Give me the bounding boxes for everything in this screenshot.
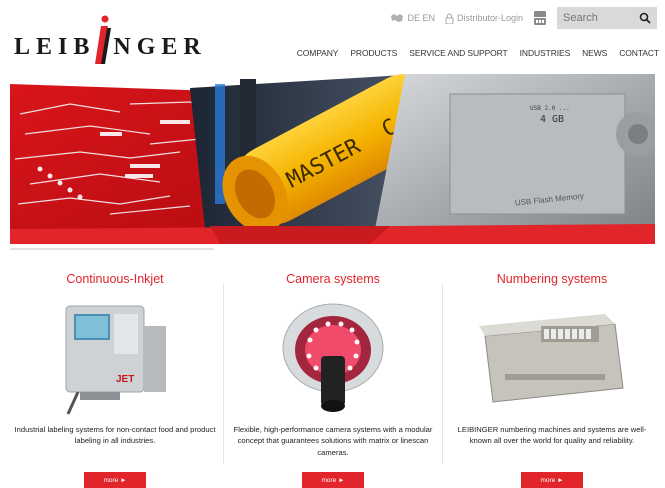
product-description: Flexible, high-performance camera system… (233, 425, 433, 457)
product-description: LEIBINGER numbering machines and systems… (457, 425, 647, 446)
more-button[interactable]: more ► (521, 472, 583, 488)
nav-item-news[interactable]: NEWS (582, 48, 607, 58)
more-button[interactable]: more ► (302, 472, 364, 488)
search-icon[interactable] (639, 12, 651, 24)
nav-item-service-and-support[interactable]: SERVICE AND SUPPORT (409, 48, 508, 58)
search-input[interactable] (563, 12, 633, 24)
main-navigation: COMPANY PRODUCTS SERVICE AND SUPPORT IND… (297, 48, 659, 58)
lock-icon (445, 13, 454, 24)
usb-capacity-text: 4 GB (540, 114, 564, 125)
nav-item-contact[interactable]: CONTACT (619, 48, 659, 58)
nav-item-company[interactable]: COMPANY (297, 48, 339, 58)
product-card-numbering-systems: Numbering systems LEIBINGER numbering ma… (445, 262, 659, 488)
product-title[interactable]: Numbering systems (445, 272, 659, 286)
hero-collage-image: MASTER C USB 2.0 ... 4 GB USB Flash Memo… (10, 74, 655, 244)
hero-banner[interactable]: MASTER C USB 2.0 ... 4 GB USB Flash Memo… (10, 74, 655, 244)
logo-wordmark-left: LEIB (14, 34, 96, 60)
product-description: Industrial labeling systems for non-cont… (14, 425, 216, 446)
site-header: LEIB NGER DE EN Distributor-Login Search… (0, 0, 665, 78)
search-box (557, 7, 657, 29)
logo-mark-icon (95, 15, 111, 64)
more-button[interactable]: more ► (84, 472, 146, 488)
nav-item-industries[interactable]: INDUSTRIES (520, 48, 571, 58)
camera-system-image[interactable] (226, 296, 440, 416)
youtube-icon[interactable] (533, 10, 547, 26)
distributor-login-link[interactable]: Distributor-Login (445, 13, 523, 24)
product-card-continuous-inkjet: Continuous-Inkjet JET Industrial labelin… (8, 262, 222, 488)
globe-map-icon (391, 14, 404, 22)
language-switcher[interactable]: DE EN (390, 13, 435, 23)
distributor-login-label: Distributor-Login (456, 13, 523, 23)
inkjet-printer-image[interactable]: JET (8, 296, 222, 416)
product-card-camera-systems: Camera systems Flexible, high-performanc… (226, 262, 440, 488)
usb-small-text: USB 2.0 ... (530, 105, 570, 112)
numbering-machine-image[interactable] (445, 296, 659, 416)
hero-divider (10, 248, 214, 250)
leibinger-logo[interactable]: LEIB NGER (14, 14, 214, 64)
top-utility-bar: DE EN Distributor-Login (390, 6, 657, 30)
nav-item-products[interactable]: PRODUCTS (350, 48, 397, 58)
logo-wordmark-right: NGER (113, 34, 207, 60)
language-links[interactable]: DE EN (407, 13, 435, 23)
product-title[interactable]: Camera systems (226, 272, 440, 286)
product-title[interactable]: Continuous-Inkjet (8, 272, 222, 286)
svg-text:JET: JET (116, 374, 134, 385)
column-divider (223, 284, 224, 464)
column-divider (442, 284, 443, 464)
